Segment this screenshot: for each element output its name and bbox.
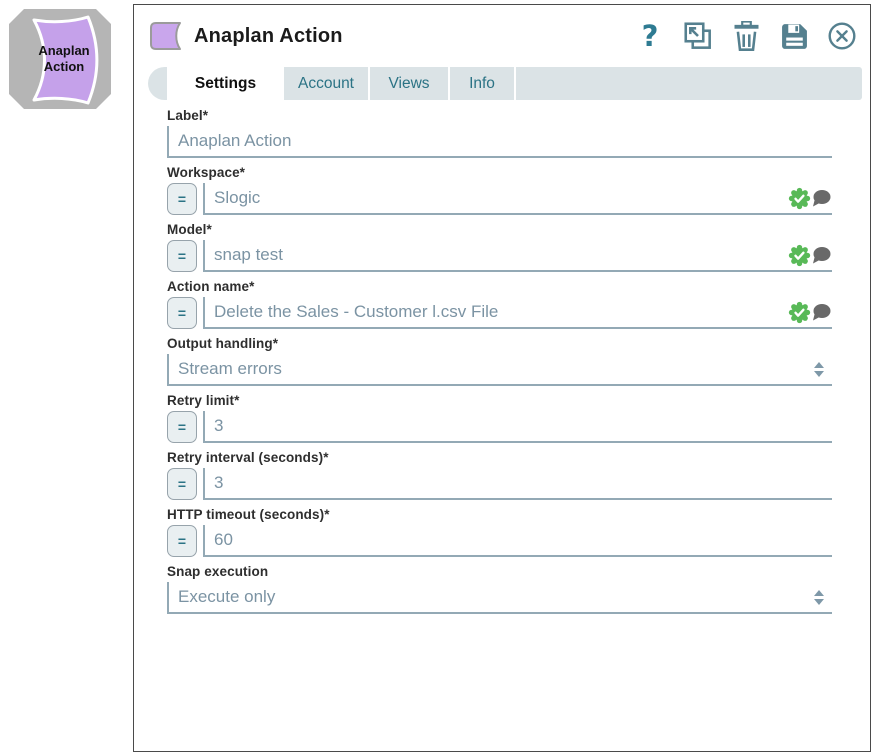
expression-toggle[interactable]: = — [167, 411, 197, 443]
help-button[interactable]: ? — [635, 21, 665, 51]
validated-check-icon — [788, 301, 811, 324]
output-handling-select[interactable]: Stream errors — [167, 354, 832, 386]
dialog-toolbar: ? — [635, 21, 857, 51]
tab-account[interactable]: Account — [284, 67, 370, 100]
http-timeout-input[interactable] — [214, 527, 832, 553]
comment-bubble-icon[interactable] — [811, 246, 831, 265]
close-icon — [827, 21, 857, 51]
field-action-name: Action name* = — [167, 279, 832, 329]
expression-toggle[interactable]: = — [167, 468, 197, 500]
comment-bubble-icon[interactable] — [811, 303, 831, 322]
field-retry-interval-caption: Retry interval (seconds)* — [167, 450, 832, 466]
field-output-handling-caption: Output handling* — [167, 336, 832, 352]
snap-tile-label: Anaplan Action — [22, 8, 106, 110]
field-workspace: Workspace* = — [167, 165, 832, 215]
settings-panel: Label* Workspace* = — [134, 100, 870, 614]
select-arrows-icon — [814, 590, 824, 605]
save-button[interactable] — [779, 21, 809, 51]
export-button[interactable] — [683, 21, 713, 51]
expression-toggle[interactable]: = — [167, 525, 197, 557]
validated-check-icon — [788, 187, 811, 210]
snap-settings-dialog: Anaplan Action ? — [133, 4, 871, 752]
snap-mini-icon — [149, 22, 183, 50]
snap-tile-anaplan-action[interactable]: Anaplan Action — [8, 8, 112, 110]
snap-execution-select[interactable]: Execute only — [167, 582, 832, 614]
output-handling-value: Stream errors — [178, 359, 814, 379]
field-http-timeout: HTTP timeout (seconds)* = — [167, 507, 832, 557]
action-name-input[interactable] — [214, 299, 788, 325]
field-model: Model* = — [167, 222, 832, 272]
field-label-caption: Label* — [167, 108, 832, 124]
model-input[interactable] — [214, 242, 788, 268]
field-retry-limit-caption: Retry limit* — [167, 393, 832, 409]
trash-icon — [733, 21, 760, 51]
field-retry-limit: Retry limit* = — [167, 393, 832, 443]
retry-limit-input[interactable] — [214, 413, 832, 439]
tab-settings[interactable]: Settings — [167, 67, 284, 100]
tab-bar: Settings Account Views Info — [148, 67, 862, 100]
workspace-input[interactable] — [214, 185, 788, 211]
field-workspace-caption: Workspace* — [167, 165, 832, 181]
tab-info[interactable]: Info — [450, 67, 516, 100]
field-status-badges — [788, 301, 831, 324]
close-button[interactable] — [827, 21, 857, 51]
label-input[interactable] — [178, 128, 832, 154]
expression-toggle[interactable]: = — [167, 183, 197, 215]
field-action-name-caption: Action name* — [167, 279, 832, 295]
tab-views[interactable]: Views — [370, 67, 450, 100]
field-status-badges — [788, 187, 831, 210]
field-status-badges — [788, 244, 831, 267]
field-snap-execution-caption: Snap execution — [167, 564, 832, 580]
field-label: Label* — [167, 108, 832, 158]
retry-interval-input[interactable] — [214, 470, 832, 496]
snap-execution-value: Execute only — [178, 587, 814, 607]
field-model-caption: Model* — [167, 222, 832, 238]
expression-toggle[interactable]: = — [167, 240, 197, 272]
export-icon — [684, 22, 712, 50]
field-retry-interval: Retry interval (seconds)* = — [167, 450, 832, 500]
dialog-title: Anaplan Action — [194, 25, 343, 48]
dialog-header: Anaplan Action ? — [134, 5, 870, 67]
comment-bubble-icon[interactable] — [811, 189, 831, 208]
field-http-timeout-caption: HTTP timeout (seconds)* — [167, 507, 832, 523]
save-icon — [780, 22, 809, 51]
field-output-handling: Output handling* Stream errors — [167, 336, 832, 386]
help-icon: ? — [642, 22, 659, 51]
select-arrows-icon — [814, 362, 824, 377]
delete-button[interactable] — [731, 21, 761, 51]
field-snap-execution: Snap execution Execute only — [167, 564, 832, 614]
expression-toggle[interactable]: = — [167, 297, 197, 329]
validated-check-icon — [788, 244, 811, 267]
